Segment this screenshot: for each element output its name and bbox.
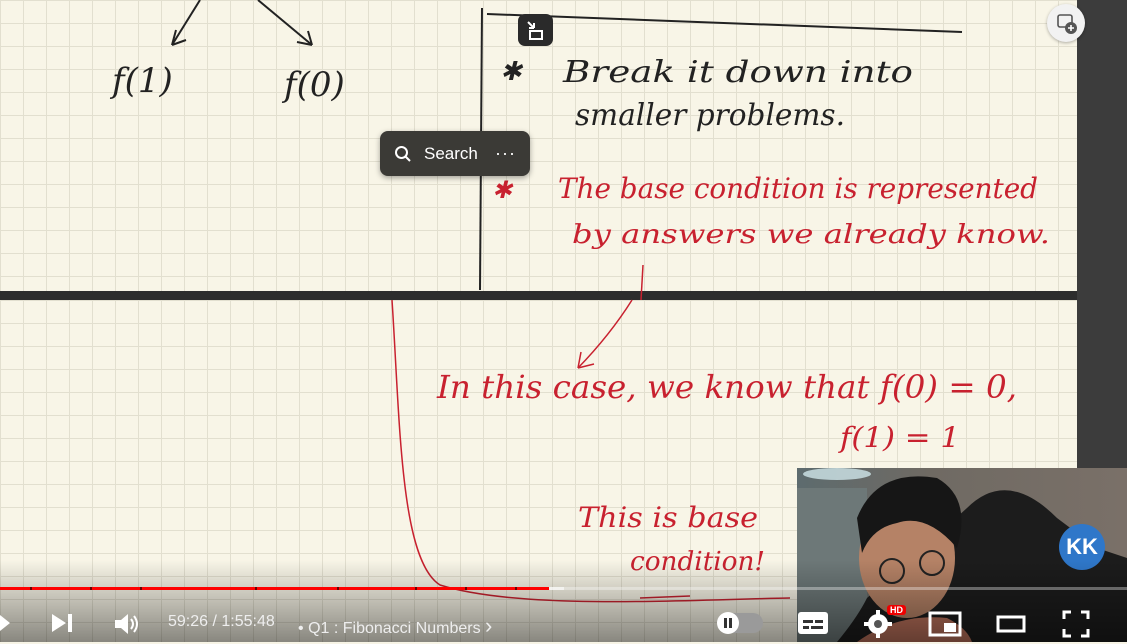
chapter-title-button[interactable]: • Q1 : Fibonacci Numbers › bbox=[298, 613, 492, 639]
collapse-icon bbox=[527, 21, 543, 40]
svg-text:✱: ✱ bbox=[492, 176, 514, 204]
theater-icon bbox=[996, 615, 1026, 633]
chapter-marker bbox=[30, 587, 32, 590]
theater-mode-button[interactable] bbox=[996, 614, 1026, 639]
chapter-separator: • bbox=[298, 620, 304, 637]
chevron-right-icon: › bbox=[485, 613, 493, 638]
note-line-1: Break it down into bbox=[562, 55, 913, 90]
miniplayer-button[interactable] bbox=[928, 611, 962, 642]
case-line-1: In this case, we know that f(0) = 0, bbox=[436, 368, 1017, 406]
case-line-2: f(1) = 1 bbox=[838, 421, 960, 454]
autoplay-toggle[interactable] bbox=[717, 612, 763, 634]
miniplayer-icon bbox=[928, 611, 962, 637]
subtitles-button[interactable] bbox=[797, 611, 829, 640]
search-icon bbox=[395, 145, 411, 162]
base-label-1: This is base bbox=[578, 501, 758, 534]
search-label[interactable]: Search bbox=[424, 144, 478, 164]
next-icon bbox=[52, 614, 72, 632]
pause-icon bbox=[724, 618, 732, 628]
chapter-marker bbox=[90, 587, 92, 590]
autoplay-knob bbox=[717, 612, 739, 634]
fullscreen-button[interactable] bbox=[1061, 609, 1091, 644]
search-popup[interactable]: Search ··· bbox=[380, 131, 530, 176]
add-to-collection-button[interactable] bbox=[1047, 4, 1085, 42]
chapter-marker bbox=[337, 587, 339, 590]
time-display: 59:26 / 1:55:48 bbox=[168, 613, 275, 630]
subtitles-icon bbox=[798, 612, 828, 634]
more-options-button[interactable]: ··· bbox=[495, 143, 516, 164]
chapter-title: Q1 : Fibonacci Numbers bbox=[308, 620, 481, 637]
chapter-marker bbox=[140, 587, 142, 590]
chapter-marker bbox=[515, 587, 517, 590]
label-f1: f(1) bbox=[109, 61, 173, 101]
next-button[interactable] bbox=[50, 612, 74, 639]
collapse-button[interactable] bbox=[518, 14, 553, 46]
volume-button[interactable] bbox=[113, 611, 141, 642]
chapter-marker bbox=[465, 587, 467, 590]
note-line-2: smaller problems. bbox=[575, 98, 845, 133]
chapter-marker bbox=[415, 587, 417, 590]
volume-icon bbox=[115, 614, 138, 634]
hd-badge: HD bbox=[887, 605, 906, 615]
base-line-2: by answers we already know. bbox=[572, 220, 1050, 250]
collection-add-icon bbox=[1057, 14, 1077, 34]
chapter-marker bbox=[255, 587, 257, 590]
base-line-1: The base condition is represented bbox=[558, 172, 1038, 205]
svg-text:✱: ✱ bbox=[500, 57, 524, 87]
play-icon bbox=[0, 615, 10, 631]
label-f0: f(0) bbox=[281, 65, 345, 105]
fullscreen-icon bbox=[1062, 610, 1090, 638]
play-button[interactable] bbox=[0, 613, 12, 638]
